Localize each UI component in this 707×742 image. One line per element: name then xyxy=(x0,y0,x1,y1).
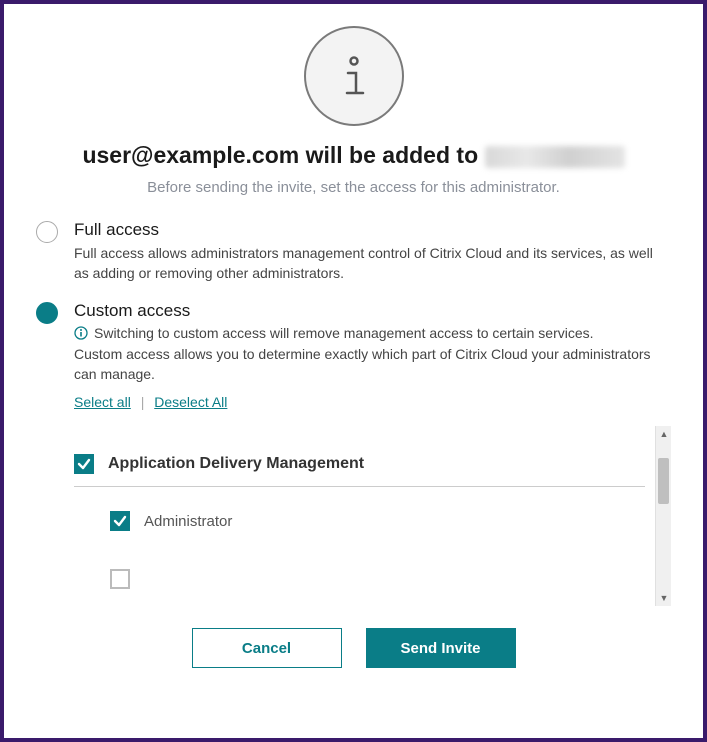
checkmark-icon xyxy=(77,457,91,471)
select-links: Select all | Deselect All xyxy=(74,394,671,410)
heading-text: user@example.com will be added to xyxy=(82,142,484,168)
custom-access-note: Switching to custom access will remove m… xyxy=(74,325,671,341)
button-row: Cancel Send Invite xyxy=(36,628,671,668)
radio-custom-access[interactable] xyxy=(36,302,58,324)
sub-checkbox[interactable] xyxy=(110,511,130,531)
custom-access-label: Custom access xyxy=(74,301,671,321)
sub-label: Administrator xyxy=(144,513,232,530)
heading-obscured-org xyxy=(485,146,625,168)
cancel-button[interactable]: Cancel xyxy=(192,628,342,668)
info-icon xyxy=(336,53,372,99)
group-checkbox[interactable] xyxy=(74,454,94,474)
subheading: Before sending the invite, set the acces… xyxy=(36,179,671,196)
checkmark-icon xyxy=(113,514,127,528)
radio-full-access[interactable] xyxy=(36,221,58,243)
info-icon-circle xyxy=(304,26,404,126)
heading: user@example.com will be added to xyxy=(36,142,671,169)
permission-sub-row: Administrator xyxy=(110,511,645,531)
scroll-thumb[interactable] xyxy=(658,458,669,504)
deselect-all-link[interactable]: Deselect All xyxy=(154,394,227,410)
permission-partial-row xyxy=(110,569,645,589)
scrollbar[interactable]: ▲ ▼ xyxy=(655,426,671,606)
option-full-access[interactable]: Full access Full access allows administr… xyxy=(36,220,671,297)
custom-access-desc: Custom access allows you to determine ex… xyxy=(74,345,671,384)
send-invite-button[interactable]: Send Invite xyxy=(366,628,516,668)
option-custom-access[interactable]: Custom access Switching to custom access… xyxy=(36,301,671,422)
full-access-label: Full access xyxy=(74,220,671,240)
permission-group-row: Application Delivery Management xyxy=(74,454,645,487)
info-icon-small xyxy=(74,326,88,340)
group-label: Application Delivery Management xyxy=(108,455,364,473)
scroll-up-arrow[interactable]: ▲ xyxy=(656,426,671,442)
permissions-scroll-area: Application Delivery Management Administ… xyxy=(74,426,671,606)
link-separator: | xyxy=(141,394,145,410)
header-icon-wrap xyxy=(36,26,671,126)
full-access-desc: Full access allows administrators manage… xyxy=(74,244,671,283)
scroll-down-arrow[interactable]: ▼ xyxy=(656,590,671,606)
partial-checkbox[interactable] xyxy=(110,569,130,589)
select-all-link[interactable]: Select all xyxy=(74,394,131,410)
